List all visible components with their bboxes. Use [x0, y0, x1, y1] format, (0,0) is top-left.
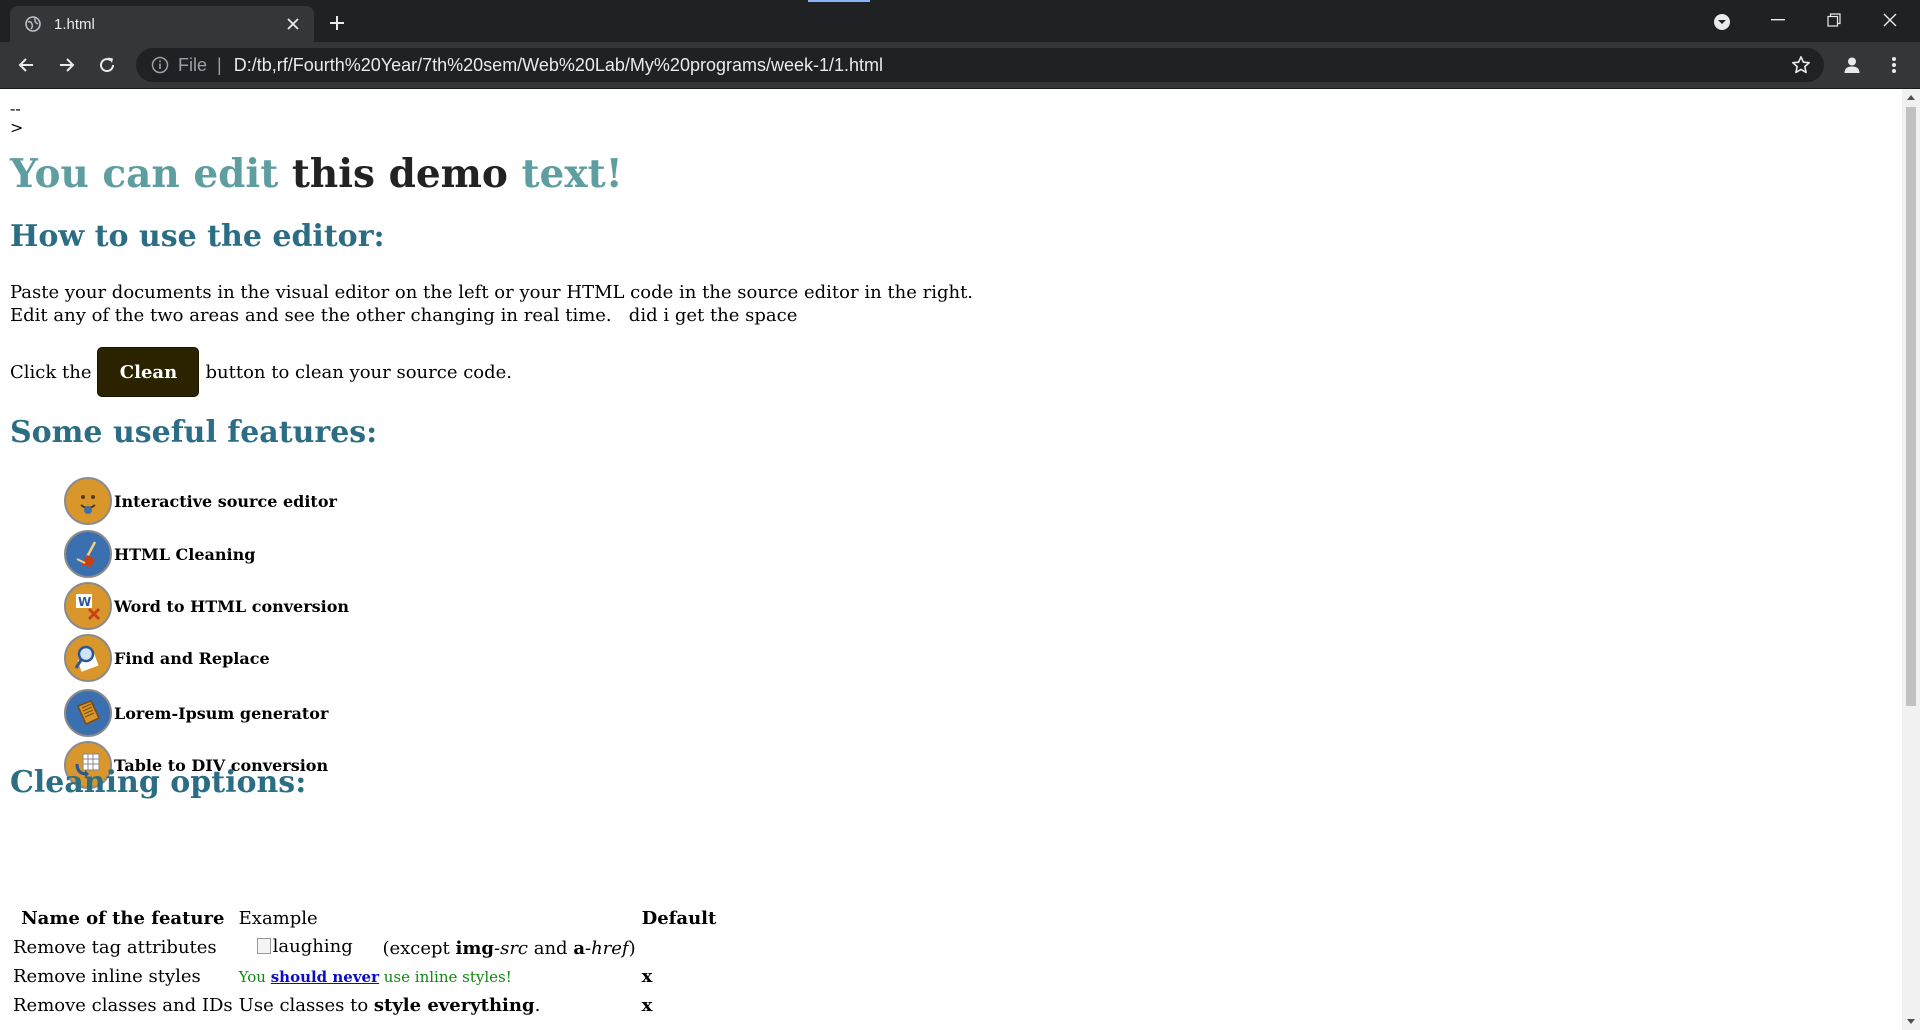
bookmark-star-icon[interactable] [1790, 54, 1812, 76]
forward-icon[interactable] [51, 49, 83, 81]
example-suffix: . [534, 995, 541, 1016]
table-row: Remove tag attributes laughing (except i… [10, 933, 719, 962]
how-to-line-1: Paste your documents in the visual edito… [10, 282, 974, 303]
how-to-heading: How to use the editor: [10, 219, 385, 254]
example-suffix: use inline styles! [379, 968, 512, 986]
account-icon[interactable] [1836, 49, 1868, 81]
feature-label: Word to HTML conversion [114, 596, 350, 616]
tab-title: 1.html [54, 15, 95, 33]
feature-item: W Word to HTML conversion [64, 582, 349, 630]
new-tab-button[interactable] [322, 8, 352, 38]
example-cell: laughing (except img-src and a-href) [236, 933, 639, 962]
back-icon[interactable] [10, 49, 42, 81]
table-row: Remove inline styles You should never us… [10, 962, 719, 991]
should-never-link[interactable]: should never [271, 968, 379, 986]
address-scheme: File [178, 54, 208, 75]
default-cell: x [641, 966, 653, 987]
img-attr: -src [494, 938, 529, 960]
reload-icon[interactable] [91, 49, 123, 81]
title-part-1: You can edit [10, 151, 279, 197]
table-row: Remove classes and IDs Use classes to st… [10, 991, 719, 1020]
browser-toolbar: File | D:/tb,rf/Fourth%20Year/7th%20sem/… [0, 42, 1920, 89]
feature-item: Interactive source editor [64, 477, 337, 525]
address-separator: | [217, 54, 222, 75]
feature-label: HTML Cleaning [114, 544, 256, 564]
example-cell: Use classes to style everything. [236, 991, 639, 1020]
tab-strip: 1.html [0, 0, 1920, 42]
table-header-row: Name of the feature Example Default [10, 904, 719, 933]
clean-button[interactable]: Clean [97, 347, 200, 397]
scroll-down-arrow-icon[interactable] [1907, 1019, 1915, 1024]
word-icon: W [64, 582, 112, 630]
vertical-scrollbar[interactable] [1902, 89, 1920, 1030]
feature-label: Find and Replace [114, 648, 270, 668]
click-suffix: button to clean your source code. [205, 361, 513, 383]
except-prefix: (except [382, 938, 456, 960]
how-to-paragraph: Paste your documents in the visual edito… [10, 281, 973, 327]
feature-label: Interactive source editor [114, 491, 337, 511]
feature-item: Lorem-Ipsum generator [64, 689, 328, 737]
comment-residue: --> [10, 99, 24, 137]
feature-name-cell: Remove classes and IDs [13, 995, 233, 1016]
menu-kebab-icon[interactable] [1878, 49, 1910, 81]
browser-tab[interactable]: 1.html [10, 6, 314, 42]
page-viewport: --> You can edit this demo text! How to … [0, 89, 1902, 1030]
title-part-2: this demo [291, 151, 508, 197]
feature-name-cell: Remove inline styles [13, 966, 201, 987]
close-window-icon[interactable] [1862, 0, 1918, 40]
info-icon[interactable] [150, 55, 170, 75]
cleaning-options-table: Name of the feature Example Default Remo… [10, 904, 719, 1020]
default-cell: x [641, 995, 653, 1016]
how-to-line-2: Edit any of the two areas and see the ot… [10, 305, 798, 326]
example-prefix: You [238, 968, 271, 986]
column-header: Example [238, 908, 318, 929]
feature-item: HTML Cleaning [64, 530, 255, 578]
and-text: and [528, 938, 574, 960]
scroll-up-arrow-icon[interactable] [1907, 95, 1915, 100]
address-bar[interactable]: File | D:/tb,rf/Fourth%20Year/7th%20sem/… [136, 48, 1824, 82]
scrollbar-thumb[interactable] [1906, 107, 1916, 706]
a-attr: -href [584, 938, 629, 960]
feature-label: Lorem-Ipsum generator [114, 703, 329, 723]
address-url[interactable]: D:/tb,rf/Fourth%20Year/7th%20sem/Web%20L… [234, 55, 883, 76]
feature-item: Find and Replace [64, 634, 270, 682]
broken-image: laughing [256, 935, 353, 957]
book-icon [64, 689, 112, 737]
broom-icon [64, 530, 112, 578]
inline-style-example: You should never use inline styles! [239, 968, 512, 986]
features-heading: Some useful features: [10, 415, 378, 450]
img-tag: img [455, 938, 494, 960]
magnifier-icon [64, 634, 112, 682]
except-suffix: ) [628, 938, 636, 960]
column-header: Default [641, 908, 717, 929]
cleaning-options-heading: Cleaning options: [10, 765, 307, 800]
default-cell [639, 933, 720, 962]
minimize-icon[interactable] [1750, 0, 1806, 40]
example-bold: style everything [373, 995, 535, 1016]
column-header: Name of the feature [21, 908, 225, 929]
clean-instruction: Click the Clean button to clean your sou… [10, 347, 512, 397]
except-text: (except img-src and a-href) [382, 938, 635, 959]
smiley-icon [64, 477, 112, 525]
tab-search-icon[interactable] [1708, 8, 1736, 36]
tab-strip-accent [808, 0, 870, 2]
click-prefix: Click the [10, 361, 92, 383]
a-tag: a [573, 938, 585, 960]
image-alt-text: laughing [272, 935, 353, 957]
broken-image-icon [256, 938, 271, 955]
example-prefix: Use classes to [238, 995, 374, 1016]
close-tab-icon[interactable] [278, 9, 308, 39]
title-part-3: text! [521, 151, 623, 197]
page-title: You can edit this demo text! [10, 151, 623, 197]
example-cell: You should never use inline styles! [236, 962, 639, 991]
feature-name-cell: Remove tag attributes [13, 937, 217, 958]
globe-icon [24, 15, 42, 33]
svg-text:W: W [78, 595, 91, 609]
restore-icon[interactable] [1806, 0, 1862, 40]
